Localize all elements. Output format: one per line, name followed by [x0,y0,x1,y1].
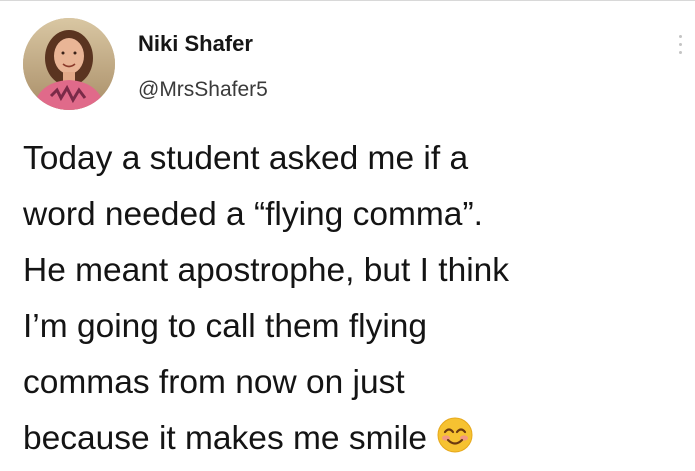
author-display-name[interactable]: Niki Shafer [138,31,253,57]
tweet-line: Today a student asked me if a [23,140,469,177]
vertical-ellipsis-icon[interactable] [675,35,685,61]
tweet-line: word needed a “flying comma”. [23,196,483,233]
author-handle[interactable]: @MrsShafer5 [138,78,268,102]
tweet-text: Today a student asked me if a word neede… [23,131,683,467]
tweet-card: Niki Shafer @MrsShafer5 Today a student … [0,0,695,467]
smiling-face-with-smiling-eyes-icon [437,415,473,453]
tweet-line: commas from now on just [23,364,405,401]
tweet-line: He meant apostrophe, but I think [23,252,510,289]
profile-photo-icon[interactable] [23,18,115,110]
tweet-last-line: because it makes me smile [23,411,683,467]
tweet-line: I’m going to call them flying [23,308,428,345]
tweet-line: because it makes me smile [23,420,428,457]
